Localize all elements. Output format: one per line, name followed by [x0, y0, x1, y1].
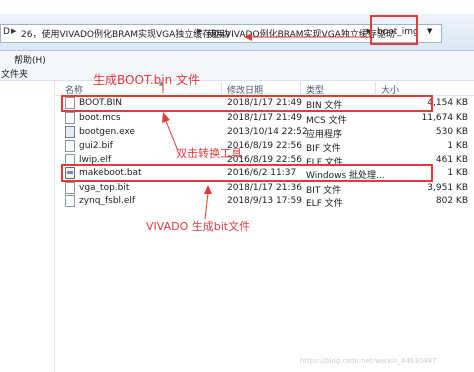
annotation-arrows	[162, 33, 372, 220]
watermark: https://blog.csdn.net/weixin_44830487	[300, 357, 437, 365]
